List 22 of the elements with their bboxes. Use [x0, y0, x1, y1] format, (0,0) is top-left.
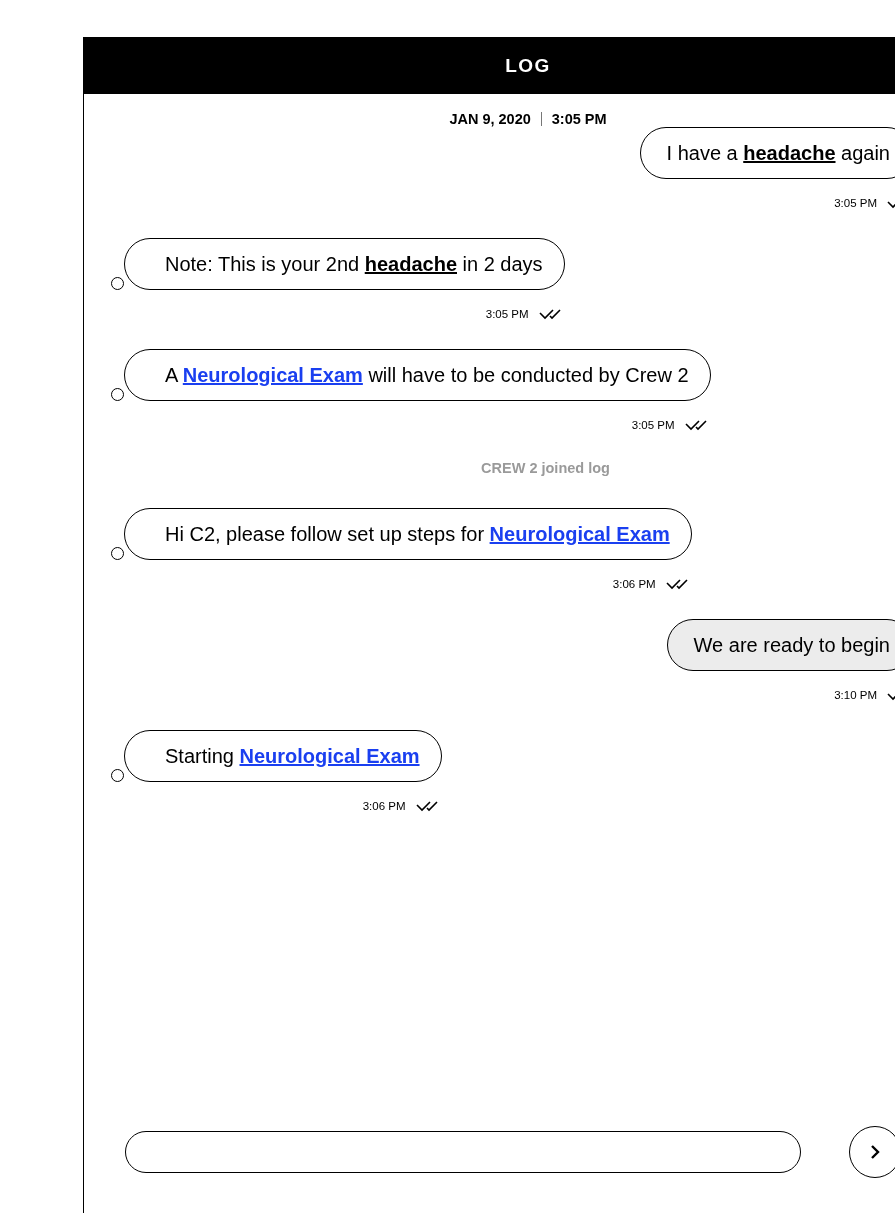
exam-link[interactable]: Neurological Exam [489, 522, 670, 545]
message-text: A Neurological Exam will have to be conducted by Crew 2 [165, 363, 689, 387]
message-text: Note: This is your 2nd headache in 2 days [165, 252, 543, 276]
message-text: I have a headache again [666, 141, 890, 165]
log-time: 3:05 PM [551, 110, 607, 127]
event-notice: CREW 2 joined log [481, 460, 610, 476]
message-time: 3:10 PM [834, 689, 877, 701]
message-time: 3:05 PM [834, 197, 877, 209]
message-time: 3:05 PM [631, 419, 675, 431]
chevron-right-icon [870, 1144, 880, 1160]
message-text: Starting Neurological Exam [165, 744, 420, 768]
log-date: JAN 9, 2020 [449, 110, 531, 127]
message-input-field[interactable] [125, 1131, 801, 1173]
message-time: 3:05 PM [485, 308, 529, 320]
log-header: LOG [84, 37, 895, 94]
message-text: We are ready to begin [693, 633, 890, 657]
message-time: 3:06 PM [362, 800, 406, 812]
message-time: 3:06 PM [612, 578, 656, 590]
exam-link[interactable]: Neurological Exam [182, 363, 363, 386]
message-text: Hi C2, please follow set up steps for Neurological Exam [165, 522, 670, 546]
send-button[interactable] [849, 1126, 895, 1178]
exam-link[interactable]: Neurological Exam [239, 744, 420, 767]
